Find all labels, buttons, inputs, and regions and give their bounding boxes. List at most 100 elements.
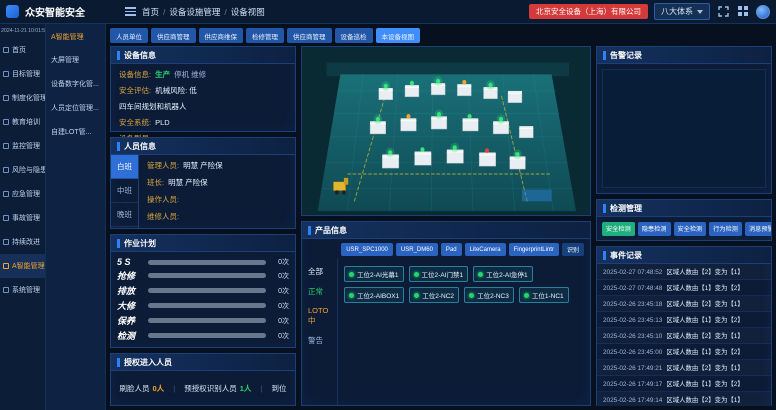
station-chip[interactable]: 工位1-NC1: [519, 287, 569, 303]
station-chip[interactable]: 工位2-AI门禁1: [409, 266, 469, 282]
status-dot-icon: [349, 272, 354, 277]
training-icon: [3, 119, 9, 125]
breadcrumb-device-mgmt[interactable]: 设备设施管理: [169, 6, 220, 18]
breadcrumb-device-view[interactable]: 设备视图: [231, 6, 265, 18]
tab-personnel-unit[interactable]: 人员单位: [110, 28, 148, 43]
device-button-usr-dm60[interactable]: USR_DM60: [396, 243, 438, 256]
event-row[interactable]: 2025-02-26 23:45:13 区域人数由【1】变为【2】: [597, 312, 771, 328]
progress-bar[interactable]: [148, 333, 266, 338]
hazard-detection-button[interactable]: 隐患检测: [638, 222, 671, 236]
progress-bar[interactable]: [148, 318, 266, 323]
improvement-icon: [3, 239, 9, 245]
preauthorized-count: 预授权识别人员 1人: [184, 383, 251, 394]
shift-tab-middle[interactable]: 中班: [111, 179, 138, 203]
company-button[interactable]: 北京安全设备（上海）有限公司: [529, 4, 648, 19]
event-row[interactable]: 2025-02-26 23:45:00 区域人数由【1】变为【2】: [597, 344, 771, 360]
event-row[interactable]: 2025-02-27 07:48:48 区域人数由【1】变为【2】: [597, 280, 771, 296]
station-chip[interactable]: 工位2-NC3: [464, 287, 514, 303]
safety-detection-button-2[interactable]: 安全检测: [674, 222, 707, 236]
event-row[interactable]: 2025-02-26 17:49:14 区域人数由【2】变为【1】: [597, 392, 771, 406]
primary-sidebar: 2024-11-21 10:01:51 首页 目标管理 制度化管理 教育培训 监…: [0, 24, 46, 410]
breadcrumb-home[interactable]: 首页: [142, 6, 159, 18]
divider: |: [260, 384, 262, 393]
tab-overhaul-mgmt[interactable]: 检修管理: [246, 28, 284, 43]
user-avatar[interactable]: [756, 5, 770, 19]
event-row[interactable]: 2025-02-26 17:49:21 区域人数由【2】变为【1】: [597, 360, 771, 376]
sidebar-item-home[interactable]: 首页: [0, 38, 45, 62]
station-chip[interactable]: 工位2-AI光幕1: [344, 266, 404, 282]
manager-row: 管理人员: 明慧 产险保: [141, 159, 293, 172]
factory-3d-view[interactable]: [301, 46, 591, 216]
filter-loto[interactable]: LOTO中: [308, 306, 331, 326]
tab-supplier-mgmt-2[interactable]: 供应商管理: [287, 28, 332, 43]
app-logo-icon: [6, 5, 19, 18]
tab-device-view[interactable]: 本设备视图: [376, 28, 421, 43]
tab-device-inspection[interactable]: 设备巡检: [335, 28, 373, 43]
event-records-header: 事件记录: [597, 247, 771, 264]
emergency-icon: [3, 191, 9, 197]
secondary-sidebar: A智能管理 大屏管理 设备数字化管... 人员定位管理... 自建LOT管...: [46, 24, 106, 410]
apps-grid-icon[interactable]: [736, 5, 750, 19]
event-row[interactable]: 2025-02-26 23:45:10 区域人数由【2】变为【1】: [597, 328, 771, 344]
device-button-fingerprint[interactable]: FingerprintLintr: [509, 243, 559, 256]
shift-tab-night[interactable]: 晚班: [111, 203, 138, 227]
submenu-item-device-digital[interactable]: 设备数字化管...: [46, 72, 105, 96]
fullscreen-icon[interactable]: [716, 5, 730, 19]
sidebar-item-accident[interactable]: 事故管理: [0, 206, 45, 230]
device-info-panel: 设备信息 设备信息: 生产 停机 维修 安全评估: 机械风险: 低: [110, 46, 296, 132]
device-button-litecamera[interactable]: LiteCamera: [465, 243, 506, 256]
personnel-header: 人员信息: [111, 138, 295, 155]
plan-row-5s: 5 S 0次: [117, 257, 289, 267]
progress-bar[interactable]: [148, 303, 266, 308]
sidebar-item-ai-management[interactable]: A智能管理: [0, 254, 45, 278]
detection-management-header: 检测管理: [597, 200, 771, 217]
progress-bar[interactable]: [148, 260, 266, 265]
main-area: 人员单位 供应商管理 供应商维保 检修管理 供应商管理 设备巡检 本设备视图 设…: [106, 24, 776, 410]
submenu-item-screen-mgmt[interactable]: 大屏管理: [46, 48, 105, 72]
sidebar-item-improvement[interactable]: 持续改进: [0, 230, 45, 254]
sidebar-item-system[interactable]: 系统管理: [0, 278, 45, 302]
menu-toggle-icon[interactable]: [125, 7, 136, 16]
behavior-detection-button[interactable]: 行为检测: [709, 222, 742, 236]
panel-accent-icon: [117, 51, 120, 60]
face-scan-count: 刷脸人员 0人: [120, 383, 165, 394]
message-alert-button[interactable]: 消息预警: [745, 222, 771, 236]
filter-normal[interactable]: 正常: [308, 286, 331, 297]
sidebar-item-institution[interactable]: 制度化管理: [0, 86, 45, 110]
device-system-row: 安全系统: PLD: [113, 116, 293, 129]
tab-supplier-maintenance[interactable]: 供应商维保: [199, 28, 244, 43]
sidebar-item-risk[interactable]: 风险与隐患: [0, 158, 45, 182]
system-select[interactable]: 八大体系: [654, 3, 710, 20]
sidebar-item-monitoring[interactable]: 监控管理: [0, 134, 45, 158]
safety-detection-button-1[interactable]: 安全检测: [602, 222, 635, 236]
station-chip[interactable]: 工位2-NC2: [409, 287, 459, 303]
foreman-row: 班长: 明慧 产险保: [141, 176, 293, 189]
ai-icon: [3, 263, 9, 269]
station-chip[interactable]: 工位2-AIBOX1: [344, 287, 404, 303]
submenu-header: A智能管理: [46, 24, 105, 48]
filter-all[interactable]: 全部: [308, 266, 331, 277]
device-button-pad[interactable]: Pad: [441, 243, 462, 256]
tab-supplier-mgmt-1[interactable]: 供应商管理: [151, 28, 196, 43]
progress-bar[interactable]: [148, 288, 266, 293]
alarm-records-empty-area: [602, 69, 766, 188]
progress-bar[interactable]: [148, 273, 266, 278]
event-row[interactable]: 2025-02-27 07:48:52 区域人数由【2】变为【1】: [597, 264, 771, 280]
authorized-entry-panel: 授权进入人员 刷脸人员 0人 | 预授权识别人员 1人 |: [110, 353, 296, 406]
submenu-item-personnel-location[interactable]: 人员定位管理...: [46, 96, 105, 120]
sidebar-item-training[interactable]: 教育培训: [0, 110, 45, 134]
event-row[interactable]: 2025-02-26 17:49:17 区域人数由【1】变为【2】: [597, 376, 771, 392]
device-info-header: 设备信息: [111, 47, 295, 64]
submenu-item-iot[interactable]: 自建LOT管...: [46, 120, 105, 144]
sidebar-item-emergency[interactable]: 应急管理: [0, 182, 45, 206]
station-chip[interactable]: 工位2-AI急停1: [473, 266, 533, 282]
event-records-panel: 事件记录 2025-02-27 07:48:52 区域人数由【2】变为【1】 2…: [596, 246, 772, 406]
device-button-usr-spc1000[interactable]: USR_SPC1000: [341, 243, 393, 256]
panel-accent-icon: [117, 239, 120, 248]
shift-tab-day[interactable]: 白班: [111, 155, 138, 179]
sidebar-item-targets[interactable]: 目标管理: [0, 62, 45, 86]
recognize-button[interactable]: 识别: [562, 243, 584, 256]
event-row[interactable]: 2025-02-26 23:45:18 区域人数由【2】变为【1】: [597, 296, 771, 312]
event-records-list[interactable]: 2025-02-27 07:48:52 区域人数由【2】变为【1】 2025-0…: [597, 264, 771, 406]
filter-warning[interactable]: 警告: [308, 335, 331, 346]
